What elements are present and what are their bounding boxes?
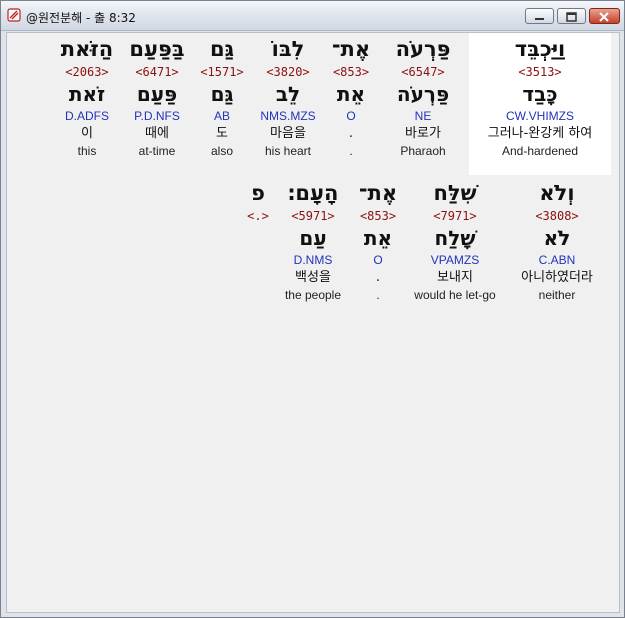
- korean-gloss: 마음을: [270, 126, 306, 141]
- korean-gloss: .: [348, 126, 354, 141]
- lemma: שָׁלַח: [434, 226, 476, 250]
- word-column[interactable]: וְלֹא <3808> לֹא C.ABN 아니하였더라 neither: [505, 177, 609, 303]
- strong-number: <7971>: [433, 209, 477, 223]
- maximize-icon: [566, 12, 577, 22]
- word-column[interactable]: פ <.>: [240, 177, 276, 303]
- parsing-code: VPAMZS: [430, 253, 480, 267]
- strong-number: <6547>: [401, 65, 445, 79]
- strong-number: <3820>: [266, 65, 310, 79]
- hebrew-word: פַּרְעֹה: [395, 37, 451, 61]
- strong-number: <2063>: [65, 65, 109, 79]
- parsing-code: NE: [414, 109, 432, 123]
- parsing-code: P.D.NFS: [134, 109, 180, 123]
- korean-gloss: 이: [81, 126, 93, 141]
- app-window: @원전분해 - 출 8:32 וַיַּכְבֵּד <3513> כָּבַד…: [0, 0, 625, 618]
- strong-number: <3808>: [535, 209, 579, 223]
- english-gloss: also: [210, 144, 233, 158]
- parsing-code: CW.VHIMZS: [506, 109, 574, 123]
- korean-gloss: 보내지: [437, 270, 473, 285]
- korean-gloss: 아니하였더라: [521, 270, 593, 285]
- strong-number: <1571>: [200, 65, 244, 79]
- lemma: [240, 225, 276, 251]
- strong-number: <3513>: [518, 65, 562, 79]
- hebrew-word: הַזֹּאת: [60, 37, 114, 61]
- hebrew-word: אֶת־: [331, 37, 371, 61]
- hebrew-word: וְלֹא: [539, 181, 575, 205]
- korean-gloss: [240, 269, 276, 287]
- close-button[interactable]: [589, 8, 620, 24]
- word-column[interactable]: אֶת־ <853> אֵת O . .: [347, 177, 409, 303]
- strong-number: <.>: [247, 209, 269, 223]
- hebrew-word: בַּפַּעַם: [129, 37, 185, 61]
- lemma: זֹאת: [68, 82, 106, 106]
- word-column[interactable]: הַזֹּאת <2063> זֹאת D.ADFS 이 this: [53, 33, 121, 159]
- english-gloss: would he let-go: [414, 288, 496, 302]
- korean-gloss: 그러나-완강케 하여: [487, 126, 593, 141]
- korean-gloss: 때에: [145, 126, 169, 141]
- hebrew-word: לִבּוֹ: [271, 37, 305, 61]
- word-column[interactable]: שִׁלַּח <7971> שָׁלַח VPAMZS 보내지 would h…: [403, 177, 507, 303]
- hebrew-word: גַּם: [209, 37, 234, 61]
- maximize-button[interactable]: [557, 8, 586, 24]
- word-column[interactable]: בַּפַּעַם <6471> פַּעַם P.D.NFS 때에 at-ti…: [121, 33, 193, 159]
- parsing-code: C.ABN: [538, 253, 576, 267]
- lemma: גַּם: [210, 82, 234, 106]
- parsing-code: D.ADFS: [64, 109, 109, 123]
- strong-number: <853>: [359, 209, 397, 223]
- english-gloss: his heart: [264, 144, 312, 158]
- window-title: @원전분해 - 출 8:32: [26, 11, 136, 25]
- word-column[interactable]: פַּרְעֹה <6547> פַּרְעֹה NE 바로가 Pharaoh: [385, 33, 461, 159]
- parsing-code: NMS.MZS: [260, 109, 316, 123]
- minimize-button[interactable]: [525, 8, 554, 24]
- minimize-icon: [535, 18, 544, 20]
- title-bar[interactable]: @원전분해 - 출 8:32: [1, 1, 624, 31]
- english-gloss: at-time: [138, 144, 176, 158]
- korean-gloss: 바로가: [405, 126, 441, 141]
- analysis-panel: וַיַּכְבֵּד <3513> כָּבַד CW.VHIMZS 그러나-…: [6, 32, 620, 613]
- word-column[interactable]: אֶת־ <853> אֵת O . .: [320, 33, 382, 159]
- word-column[interactable]: הָעָם׃ <5971> עַם D.NMS 백성을 the people: [273, 177, 353, 303]
- strong-number: <6471>: [135, 65, 179, 79]
- english-gloss: neither: [538, 288, 576, 302]
- close-icon: [599, 12, 609, 22]
- english-gloss: the people: [284, 288, 342, 302]
- hebrew-word: אֶת־: [358, 181, 398, 205]
- word-column[interactable]: גַּם <1571> גַּם AB 도 also: [194, 33, 250, 159]
- english-gloss: this: [77, 144, 97, 158]
- lemma: אֵת: [336, 82, 366, 106]
- hebrew-word: הָעָם׃: [287, 181, 339, 205]
- scroll-icon[interactable]: [6, 7, 22, 23]
- parsing-code: O: [373, 253, 383, 267]
- hebrew-word: וַיַּכְבֵּד: [514, 37, 566, 61]
- lemma: כָּבַד: [522, 82, 558, 106]
- english-gloss: And-hardened: [501, 144, 579, 158]
- lemma: פַּרְעֹה: [396, 82, 450, 106]
- lemma: פַּעַם: [136, 82, 178, 106]
- strong-number: <5971>: [291, 209, 335, 223]
- english-gloss: [240, 287, 276, 303]
- parsing-code: O: [346, 109, 356, 123]
- english-gloss: .: [376, 288, 380, 302]
- word-column[interactable]: וַיַּכְבֵּד <3513> כָּבַד CW.VHIMZS 그러나-…: [469, 33, 611, 175]
- parsing-code: AB: [213, 109, 230, 123]
- english-gloss: .: [349, 144, 353, 158]
- korean-gloss: 도: [216, 126, 228, 141]
- lemma: לֹא: [543, 226, 571, 250]
- lemma: אֵת: [363, 226, 393, 250]
- english-gloss: Pharaoh: [400, 144, 446, 158]
- strong-number: <853>: [332, 65, 370, 79]
- korean-gloss: 백성을: [295, 270, 331, 285]
- parsing-code: D.NMS: [293, 253, 333, 267]
- word-column[interactable]: לִבּוֹ <3820> לֵב NMS.MZS 마음을 his heart: [252, 33, 324, 159]
- korean-gloss: .: [375, 270, 381, 285]
- hebrew-word: שִׁלַּח: [433, 181, 477, 205]
- parsing-code: [240, 251, 276, 269]
- hebrew-word: פ: [251, 181, 265, 205]
- lemma: לֵב: [275, 82, 301, 106]
- lemma: עַם: [299, 226, 327, 250]
